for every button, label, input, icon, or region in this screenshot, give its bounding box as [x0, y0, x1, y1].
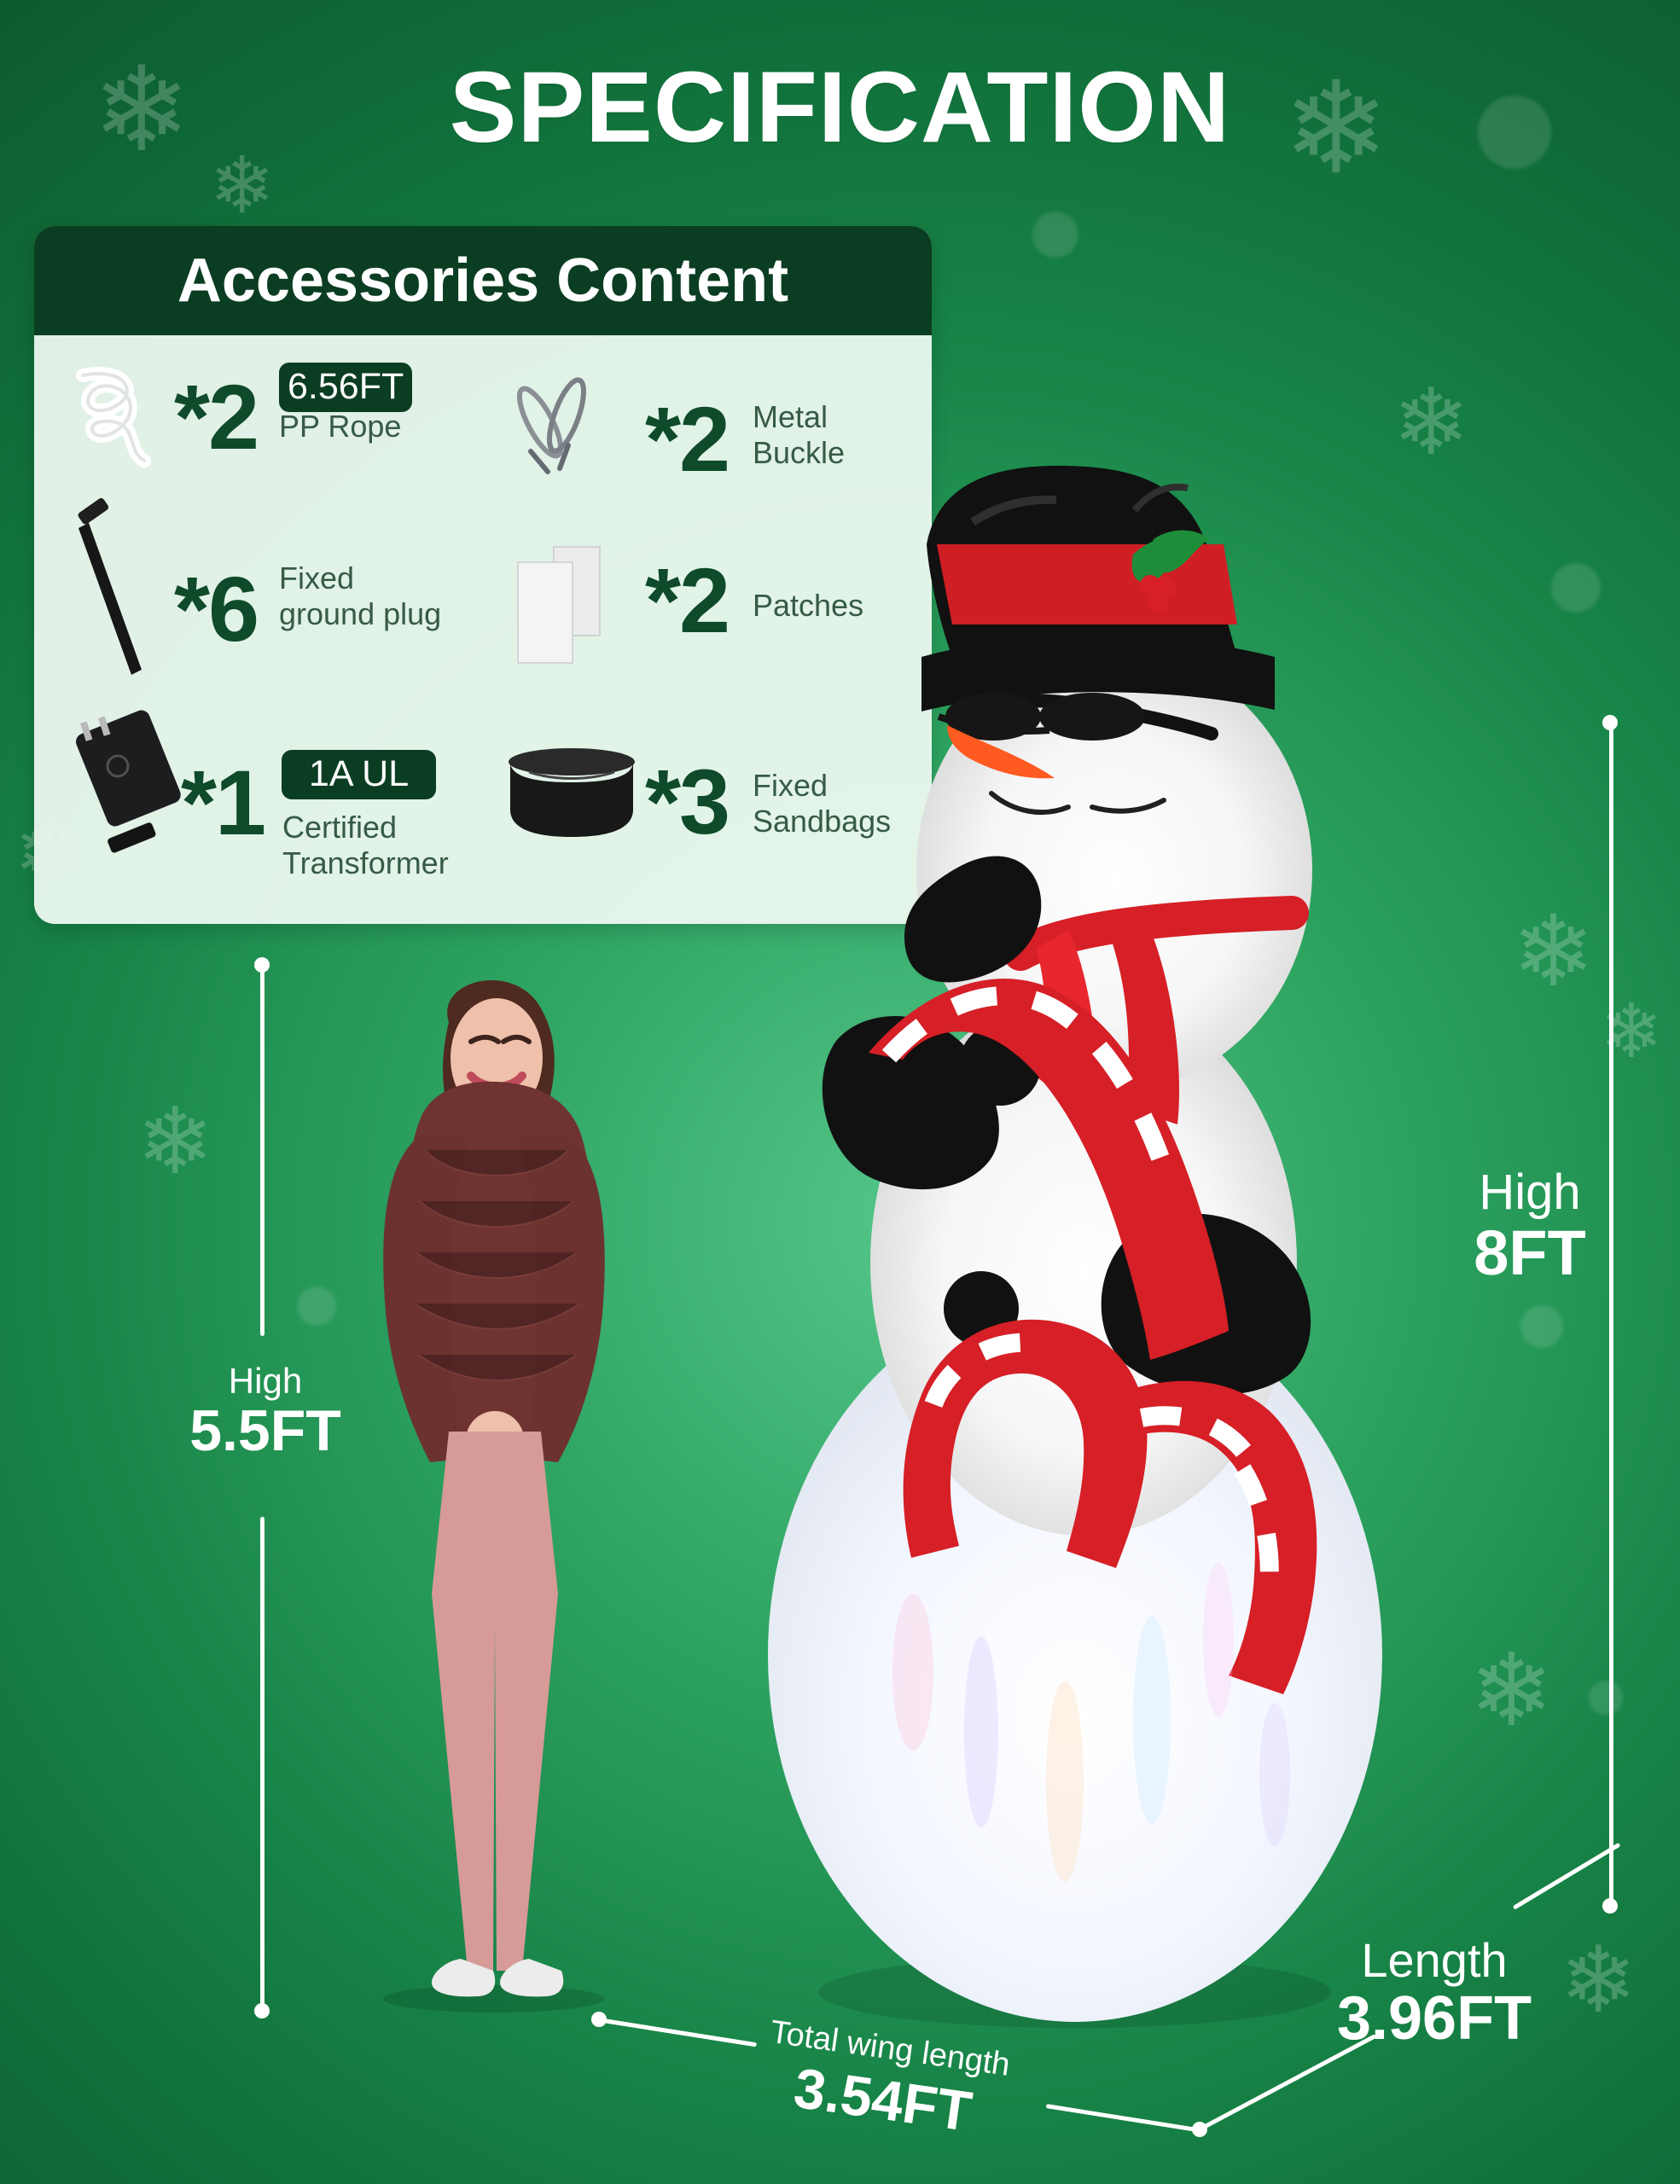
bokeh-light	[1520, 1305, 1563, 1348]
product-spec-page: ❄ ❄ ❄ ❄ ❄ ❄ ❄ ❄ ❄ ❄ SPECIFICATION Access…	[0, 0, 1680, 2184]
ground-plug-label: Fixed ground plug	[279, 561, 442, 632]
snowflake-icon: ❄	[1560, 1927, 1637, 2034]
transformer-label: Certified Transformer	[282, 810, 449, 881]
ground-stake-icon	[58, 497, 152, 685]
transformer-badge: 1A UL	[282, 750, 437, 799]
length-title: Length	[1361, 1933, 1508, 1987]
ground-plug-count: *6	[174, 557, 259, 660]
rope-label: PP Rope	[279, 409, 402, 444]
snowman-height-value: 8FT	[1474, 1217, 1586, 1288]
bokeh-light	[1032, 212, 1078, 258]
person-height-title: High	[228, 1361, 303, 1401]
person-height-value: 5.5FT	[189, 1398, 341, 1464]
bokeh-light	[297, 1287, 336, 1326]
length-label: Length 3.96FT	[1328, 1934, 1541, 2051]
accessories-card-title: Accessories Content	[34, 226, 932, 335]
wing-line-right	[1045, 2104, 1200, 2133]
person-height-line-bottom	[260, 1517, 264, 2010]
person-height-label: High 5.5FT	[167, 1361, 363, 1464]
wing-left-marker	[591, 2012, 607, 2027]
snowman-height-bottom-marker	[1602, 1898, 1618, 1914]
power-adapter-icon	[67, 710, 186, 867]
rope-count: *2	[174, 365, 259, 468]
page-title: SPECIFICATION	[449, 51, 1231, 164]
length-value: 3.96FT	[1336, 1984, 1532, 2053]
snowman-height-line	[1609, 722, 1613, 1906]
bokeh-light	[1589, 1681, 1623, 1715]
person-height-line-top	[260, 967, 264, 1336]
snowman-height-label: High 8FT	[1440, 1165, 1619, 1286]
rope-length-badge: 6.56FT	[279, 363, 413, 412]
sandbag-icon	[503, 741, 640, 844]
snowman-height-title: High	[1479, 1165, 1581, 1220]
person-scale-figure	[353, 962, 635, 2013]
bokeh-light	[1551, 563, 1601, 613]
patch-icon	[516, 542, 610, 670]
person-height-bottom-marker	[254, 2003, 270, 2018]
metal-buckle-icon	[512, 371, 597, 482]
inflatable-snowman	[648, 427, 1485, 2056]
snowflake-icon: ❄	[1512, 894, 1596, 1009]
transformer-count: *1	[181, 751, 266, 854]
rope-icon	[57, 358, 160, 469]
snowman-height-top-marker	[1602, 715, 1618, 730]
snowflake-icon: ❄	[137, 1089, 214, 1195]
person-height-top-marker	[254, 957, 270, 973]
